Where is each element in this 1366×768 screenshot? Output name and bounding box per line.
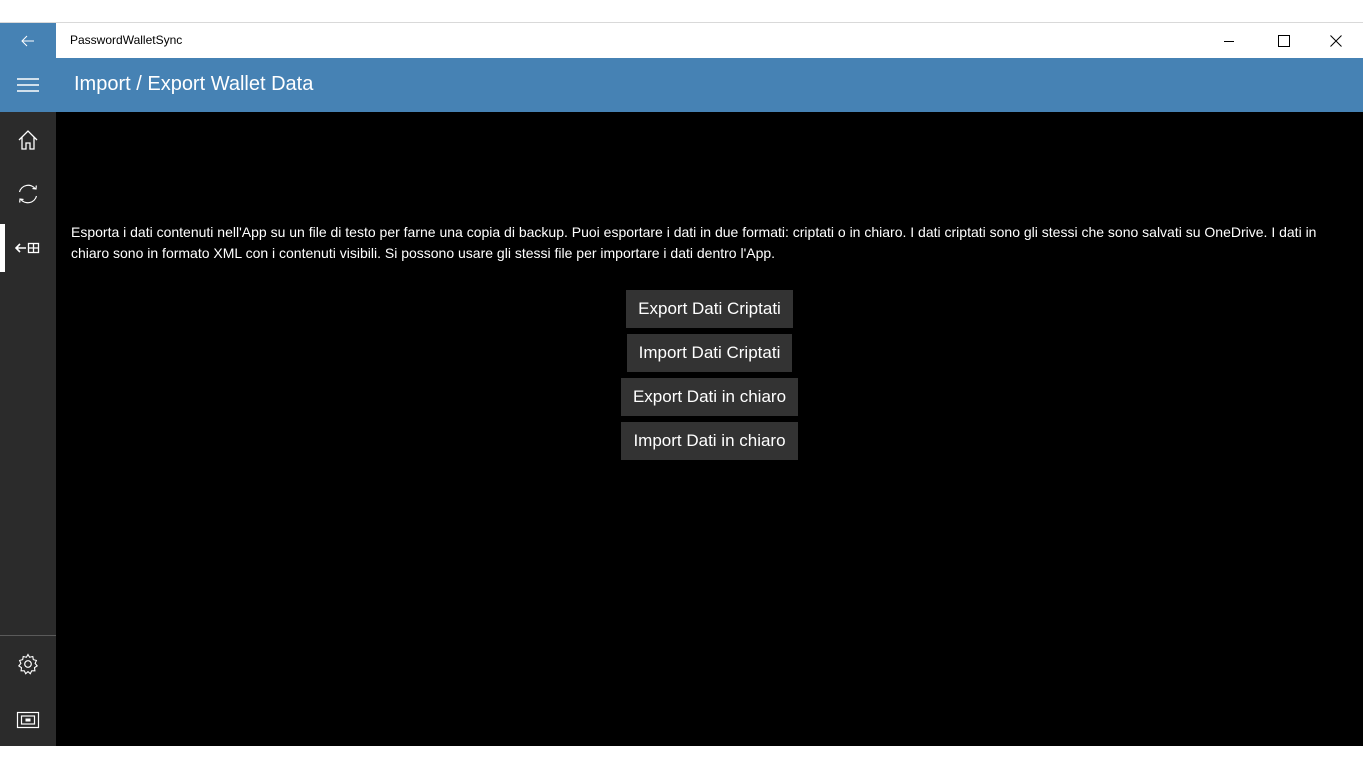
- sync-icon: [18, 184, 38, 204]
- close-button[interactable]: [1313, 23, 1359, 59]
- close-icon: [1330, 35, 1342, 47]
- import-encrypted-button[interactable]: Import Dati Criptati: [626, 334, 793, 372]
- sidebar-item-home[interactable]: [0, 116, 56, 164]
- back-arrow-icon: [21, 35, 34, 47]
- export-encrypted-button[interactable]: Export Dati Criptati: [626, 290, 793, 328]
- maximize-icon: [1278, 35, 1290, 47]
- hamburger-icon: [17, 78, 39, 92]
- sidebar-divider: [0, 635, 56, 636]
- back-button[interactable]: [0, 23, 56, 59]
- title-bar: PasswordWalletSync: [0, 22, 1363, 59]
- sidebar-item-sync[interactable]: [0, 170, 56, 218]
- import-plain-button[interactable]: Import Dati in chiaro: [621, 422, 798, 460]
- sidebar-item-settings[interactable]: [0, 640, 56, 688]
- app-window: PasswordWalletSync Import / Export Walle…: [0, 22, 1363, 746]
- maximize-button[interactable]: [1261, 23, 1307, 59]
- page-header: Import / Export Wallet Data: [0, 58, 1363, 112]
- app-title: PasswordWalletSync: [70, 33, 183, 47]
- import-export-icon: [15, 242, 40, 254]
- home-icon: [18, 130, 38, 150]
- sidebar: [0, 112, 56, 746]
- sidebar-item-display[interactable]: [0, 696, 56, 744]
- sidebar-item-import-export[interactable]: [0, 224, 56, 272]
- gear-icon: [17, 653, 39, 675]
- minimize-button[interactable]: [1206, 23, 1252, 59]
- main-content: Esporta i dati contenuti nell'App su un …: [56, 112, 1363, 746]
- action-buttons: Export Dati Criptati Import Dati Criptat…: [56, 290, 1363, 460]
- screen-icon: [16, 711, 40, 729]
- export-plain-button[interactable]: Export Dati in chiaro: [620, 378, 799, 416]
- hamburger-menu-button[interactable]: [0, 58, 56, 112]
- description-text: Esporta i dati contenuti nell'App su un …: [71, 224, 1317, 261]
- minimize-icon: [1224, 41, 1234, 42]
- page-title: Import / Export Wallet Data: [74, 73, 314, 95]
